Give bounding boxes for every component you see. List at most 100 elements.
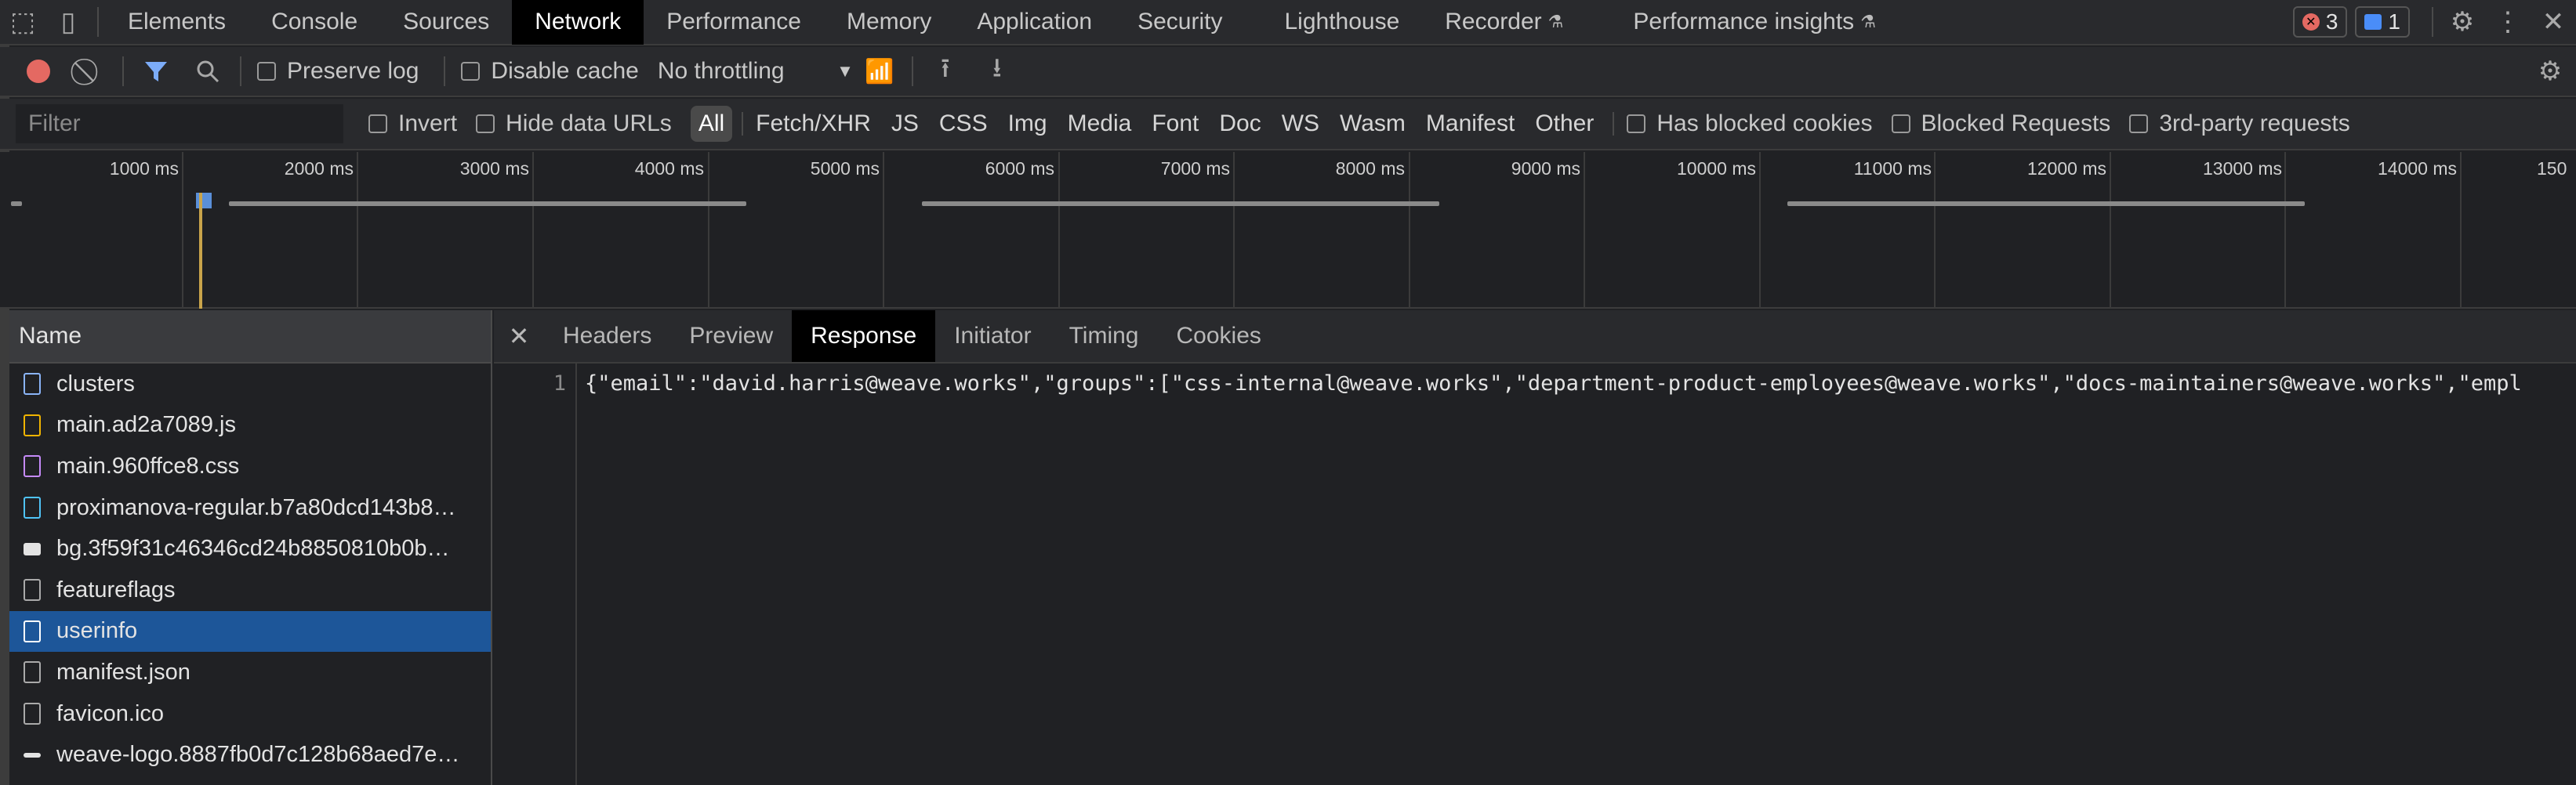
filter-type-js[interactable]: JS [883, 106, 927, 142]
third-party-requests-label: 3rd-party requests [2159, 110, 2350, 136]
tab-memory[interactable]: Memory [824, 0, 954, 45]
close-icon[interactable]: ✕ [494, 321, 544, 351]
filter-type-img[interactable]: Img [1000, 106, 1055, 142]
gridline [1233, 152, 1235, 309]
tab-headers[interactable]: Headers [544, 310, 670, 362]
throttling-select[interactable]: No throttling ▼ [658, 58, 854, 85]
request-row[interactable]: main.960ffce8.css [9, 446, 491, 487]
filter-type-other[interactable]: Other [1527, 106, 1602, 142]
checkbox-box [257, 62, 276, 81]
separator [444, 56, 446, 86]
network-toolbar: ⃠ Preserve log Disable cache No throttli… [0, 47, 2576, 97]
tab-lighthouse[interactable]: Lighthouse [1245, 0, 1422, 45]
gridline [883, 152, 884, 309]
inspect-element-icon[interactable]: ⬚ [0, 0, 45, 45]
blocked-requests-label: Blocked Requests [1921, 110, 2111, 136]
request-name: bg.3f59f31c46346cd24b8850810b0b… [56, 536, 450, 562]
tab-performance[interactable]: Performance [644, 0, 824, 45]
document-icon [24, 373, 41, 396]
gridline [708, 152, 709, 309]
font-icon [24, 497, 41, 519]
file-icon [24, 703, 41, 725]
filter-type-manifest[interactable]: Manifest [1418, 106, 1522, 142]
network-conditions-button[interactable]: 📶 [854, 46, 905, 96]
record-button[interactable] [13, 46, 64, 96]
export-har-button[interactable]: ⭳ [971, 46, 1023, 96]
tab-response[interactable]: Response [792, 310, 936, 362]
filter-input[interactable]: Filter [16, 104, 343, 143]
filter-type-font[interactable]: Font [1144, 106, 1206, 142]
request-row[interactable]: featureflags [9, 570, 491, 611]
import-har-button[interactable]: ⭱ [920, 46, 971, 96]
request-row[interactable]: bg.3f59f31c46346cd24b8850810b0b… [9, 528, 491, 570]
tab-security[interactable]: Security [1115, 0, 1245, 45]
timeline-tick: 7000 ms [1160, 158, 1230, 179]
filter-type-wasm[interactable]: Wasm [1332, 106, 1413, 142]
more-options-icon[interactable]: ⋮ [2485, 0, 2531, 45]
checkbox-box [461, 62, 481, 81]
request-row[interactable]: manifest.json [9, 652, 491, 693]
timeline-tick: 2000 ms [284, 158, 354, 179]
filter-type-css[interactable]: CSS [931, 106, 996, 142]
device-toolbar-icon[interactable]: ▯ [45, 0, 91, 45]
preserve-log-checkbox[interactable]: Preserve log [257, 58, 419, 85]
filter-type-fetch-xhr[interactable]: Fetch/XHR [748, 106, 879, 142]
message-badge[interactable]: 1 [2355, 6, 2410, 38]
timeline-tick: 4000 ms [634, 158, 704, 179]
tab-application[interactable]: Application [954, 0, 1115, 45]
timeline-tick: 10000 ms [1676, 158, 1756, 179]
timeline-overview[interactable]: 1000 ms 2000 ms 3000 ms 4000 ms 5000 ms … [0, 152, 2576, 309]
request-row[interactable]: weave-logo.8887fb0d7c128b68aed7e… [9, 734, 491, 776]
has-blocked-cookies-checkbox[interactable]: Has blocked cookies [1627, 110, 1873, 137]
tab-cookies[interactable]: Cookies [1158, 310, 1280, 362]
response-viewer[interactable]: 1 {"email":"david.harris@weave.works","g… [494, 364, 2576, 785]
close-devtools-icon[interactable]: ✕ [2531, 0, 2576, 45]
checkbox-box [476, 114, 495, 133]
flask-icon: ⚗ [1860, 12, 1876, 31]
tab-performance-insights[interactable]: Performance insights ⚗ [1586, 0, 1899, 45]
clear-button[interactable]: ⃠ [64, 46, 116, 96]
filter-toggle-button[interactable] [130, 46, 182, 96]
invert-checkbox[interactable]: Invert [368, 110, 457, 137]
name-column-header[interactable]: Name [9, 310, 491, 364]
request-row[interactable]: favicon.ico [9, 693, 491, 735]
detail-tab-bar: ✕ Headers Preview Response Initiator Tim… [494, 310, 2576, 364]
response-text[interactable]: {"email":"david.harris@weave.works","gro… [585, 371, 2568, 396]
tab-timing[interactable]: Timing [1050, 310, 1158, 362]
filter-type-media[interactable]: Media [1060, 106, 1140, 142]
request-row[interactable]: clusters [9, 364, 491, 405]
image-icon [24, 542, 41, 555]
third-party-requests-checkbox[interactable]: 3rd-party requests [2129, 110, 2350, 137]
tab-initiator[interactable]: Initiator [935, 310, 1050, 362]
filter-type-doc[interactable]: Doc [1211, 106, 1268, 142]
separator [122, 56, 124, 86]
has-blocked-cookies-label: Has blocked cookies [1656, 110, 1873, 136]
settings-icon[interactable]: ⚙ [2440, 0, 2485, 45]
blocked-requests-checkbox[interactable]: Blocked Requests [1891, 110, 2111, 137]
tab-console[interactable]: Console [249, 0, 380, 45]
tab-preview[interactable]: Preview [670, 310, 792, 362]
filter-type-all[interactable]: All [690, 106, 733, 142]
hide-data-urls-checkbox[interactable]: Hide data URLs [476, 110, 672, 137]
tab-recorder[interactable]: Recorder ⚗ [1422, 0, 1586, 45]
filter-type-ws[interactable]: WS [1274, 106, 1327, 142]
checkbox-box [2129, 114, 2149, 133]
tab-network[interactable]: Network [512, 0, 644, 45]
request-row[interactable]: main.ad2a7089.js [9, 405, 491, 447]
tab-sources[interactable]: Sources [380, 0, 512, 45]
invert-label: Invert [398, 110, 458, 136]
chevron-down-icon: ▼ [836, 61, 854, 81]
request-row-selected[interactable]: userinfo [9, 610, 491, 653]
record-icon [27, 60, 50, 83]
search-button[interactable] [182, 46, 234, 96]
tab-elements[interactable]: Elements [105, 0, 249, 45]
timeline-tick: 1000 ms [109, 158, 179, 179]
timeline-request-bar [1787, 201, 2305, 206]
request-name: proximanova-regular.b7a80dcd143b8… [56, 494, 456, 520]
message-icon [2364, 14, 2382, 30]
network-settings-button[interactable]: ⚙ [2524, 46, 2576, 96]
error-badge[interactable]: ✕ 3 [2292, 6, 2348, 38]
disable-cache-checkbox[interactable]: Disable cache [461, 58, 639, 85]
request-row[interactable]: proximanova-regular.b7a80dcd143b8… [9, 487, 491, 529]
flask-icon: ⚗ [1547, 12, 1564, 31]
